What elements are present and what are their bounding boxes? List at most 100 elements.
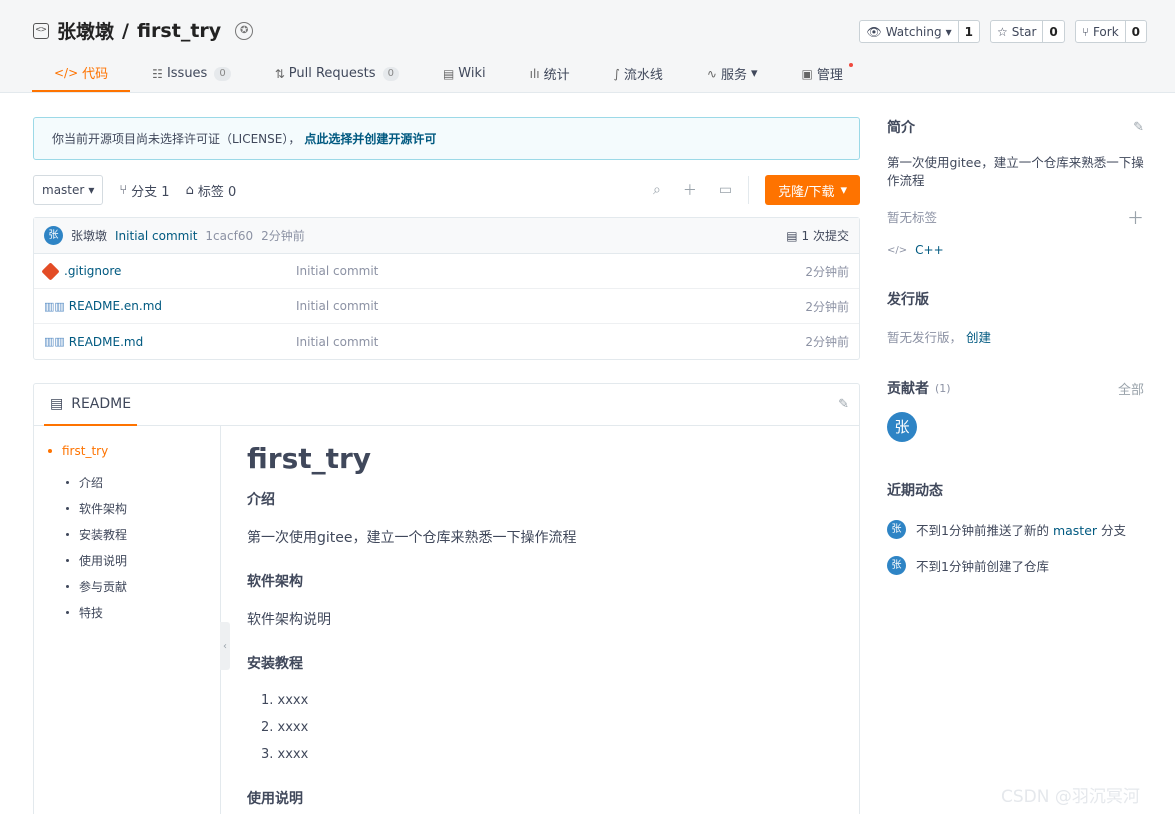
edit-icon[interactable]: ✎ — [1133, 120, 1144, 135]
branch-name: master — [42, 183, 85, 197]
fork-label: Fork — [1092, 24, 1119, 39]
tab-label: 服务 — [720, 68, 747, 83]
plus-icon[interactable]: ＋ — [683, 180, 697, 200]
readme-toc: first_try 介绍 软件架构 安装教程 使用说明 参与贡献 特技 — [34, 426, 221, 814]
divider — [748, 176, 750, 204]
watch-count[interactable]: 1 — [957, 21, 979, 42]
repo-description: 第一次使用gitee，建立一个仓库来熟悉一下操作流程 — [887, 155, 1144, 188]
book-icon: ▥▥ — [44, 299, 65, 313]
tab-services[interactable]: ∿ 服务 ▾ — [685, 55, 780, 92]
tags-link[interactable]: ⌂ 标签 0 — [186, 181, 237, 200]
search-icon[interactable]: ⌕ — [653, 182, 661, 198]
table-row: .gitignore Initial commit 2分钟前 — [34, 254, 859, 289]
table-row: ▥▥ README.en.md Initial commit 2分钟前 — [34, 289, 859, 324]
eye-icon: 👁 — [866, 24, 882, 39]
file-name: README.en.md — [68, 299, 163, 313]
edit-icon[interactable]: ✎ — [838, 397, 849, 412]
avatar[interactable]: 张 — [887, 520, 906, 539]
file-commit-message[interactable]: Initial commit — [296, 264, 378, 278]
fork-button[interactable]: ⑂ Fork 0 — [1074, 20, 1147, 43]
add-tag-icon[interactable]: ＋ — [1127, 204, 1144, 229]
commit-author[interactable]: 张墩墩 — [71, 227, 107, 244]
branches-link[interactable]: ⑂ 分支 1 — [119, 181, 169, 200]
release-row: 暂无发行版， 创建 — [887, 327, 1144, 346]
file-link[interactable]: ▥▥ README.md — [44, 335, 296, 349]
contributors-count: (1) — [935, 381, 951, 395]
license-create-link[interactable]: 点此选择并创建开源许可 — [304, 130, 436, 147]
activity-branch-link[interactable]: master — [1053, 523, 1097, 538]
file-link[interactable]: .gitignore — [41, 261, 296, 281]
recommend-badge-icon[interactable]: ✪ — [235, 21, 254, 40]
tab-stats[interactable]: ılı 统计 — [508, 55, 592, 92]
activity-text-post: 分支 — [1101, 523, 1127, 538]
repo-owner[interactable]: 张墩墩 — [57, 17, 114, 44]
document-icon: ▤ — [786, 228, 798, 243]
license-text: 你当前开源项目尚未选择许可证（LICENSE）， — [52, 132, 301, 146]
toc-item[interactable]: 安装教程 — [66, 521, 220, 547]
watch-label: Watching — [885, 24, 942, 39]
tag-icon: ⌂ — [185, 182, 194, 198]
star-button[interactable]: ☆ Star 0 — [990, 20, 1065, 43]
activity-text: 不到1分钟前推送了新的 master 分支 — [916, 520, 1126, 539]
avatar[interactable]: 张 — [887, 412, 917, 442]
language-badge[interactable]: </> C++ — [887, 243, 1144, 257]
table-row: ▥▥ README.md Initial commit 2分钟前 — [34, 324, 859, 359]
file-commit-message[interactable]: Initial commit — [296, 299, 378, 313]
branch-select[interactable]: master ▾ — [33, 175, 104, 205]
file-name: .gitignore — [64, 264, 122, 278]
commit-time: 2分钟前 — [261, 229, 305, 243]
repo-header: <> 张墩墩 / first_try ✪ 👁 Watching ▾ 1 ☆ Star … — [0, 0, 1175, 93]
watch-button[interactable]: 👁 Watching ▾ 1 — [859, 20, 980, 43]
avatar[interactable]: 张 — [887, 556, 906, 575]
toc-item[interactable]: 软件架构 — [66, 495, 220, 521]
file-time: 2分钟前 — [805, 299, 849, 314]
file-list: 张 张墩墩 Initial commit 1cacf60 2分钟前 ▤ 1 次提… — [33, 217, 860, 360]
toc-item[interactable]: 参与贡献 — [66, 573, 220, 599]
toc-item[interactable]: 使用说明 — [66, 547, 220, 573]
fork-count[interactable]: 0 — [1124, 21, 1146, 42]
tab-code[interactable]: </> 代码 — [32, 55, 131, 92]
commit-message[interactable]: Initial commit — [115, 229, 197, 243]
activity-text-pre: 不到1分钟前推送了新的 — [916, 523, 1049, 538]
pull-request-icon: ⇅ — [274, 66, 285, 81]
star-count[interactable]: 0 — [1042, 21, 1063, 42]
toolbar-icons: ⌕ ＋ ▭ — [653, 180, 732, 200]
toc-item[interactable]: 介绍 — [66, 469, 220, 495]
tab-pull-requests[interactable]: ⇅ Pull Requests 0 — [253, 55, 421, 92]
release-heading: 发行版 — [887, 292, 929, 308]
create-release-link[interactable]: 创建 — [966, 330, 991, 345]
monitor-icon[interactable]: ▭ — [719, 182, 732, 198]
toc-item[interactable]: 特技 — [66, 599, 220, 625]
commit-hash[interactable]: 1cacf60 — [205, 229, 253, 243]
toc-item-first-try[interactable]: first_try — [48, 444, 220, 458]
list-item: 1. xxxx — [261, 693, 309, 708]
contributors-all-link[interactable]: 全部 — [1118, 379, 1144, 398]
tab-pipeline[interactable]: ∫ 流水线 — [592, 55, 685, 92]
section-heading: 软件架构 — [247, 574, 303, 590]
repo-name[interactable]: first_try — [137, 20, 221, 42]
step-text: xxxx — [277, 747, 309, 762]
commit-count-link[interactable]: ▤ 1 次提交 — [786, 227, 849, 244]
section-text: 第一次使用gitee，建立一个仓库来熟悉一下操作流程 — [247, 530, 577, 546]
tab-count: 0 — [214, 66, 231, 81]
file-commit-message[interactable]: Initial commit — [296, 335, 378, 349]
git-icon — [41, 261, 60, 281]
file-link[interactable]: ▥▥ README.en.md — [44, 299, 296, 313]
code-icon: </> — [54, 65, 79, 80]
tab-issues[interactable]: ☷ Issues 0 — [130, 55, 253, 92]
readme-title: first_try — [247, 442, 372, 475]
activity-text: 不到1分钟前创建了仓库 — [916, 559, 1049, 574]
tab-wiki[interactable]: ▤ Wiki — [421, 55, 508, 92]
readme-tab[interactable]: ▤ README — [44, 384, 138, 426]
clone-download-button[interactable]: 克隆/下载 ▾ — [765, 175, 860, 205]
caret-down-icon: ▾ — [88, 183, 95, 197]
section-heading: 介绍 — [247, 492, 275, 508]
tab-label: 代码 — [82, 67, 109, 82]
avatar[interactable]: 张 — [44, 226, 63, 245]
issues-icon: ☷ — [152, 66, 163, 81]
tab-manage[interactable]: ▣ 管理 — [780, 55, 865, 92]
pipeline-icon: ∫ — [613, 66, 620, 81]
toc-collapse-toggle[interactable]: ‹ — [220, 622, 230, 670]
branch-icon: ⑂ — [119, 182, 128, 198]
activity-item: 张 不到1分钟前推送了新的 master 分支 — [887, 520, 1144, 539]
